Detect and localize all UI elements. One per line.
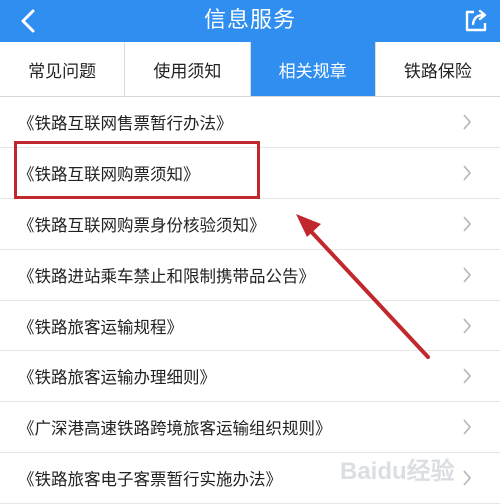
list-item[interactable]: 《广深港高速铁路跨境旅客运输组织规则》: [0, 402, 500, 454]
chevron-right-icon: [463, 317, 472, 334]
list-item-label: 《铁路互联网购票身份核验须知》: [18, 215, 266, 235]
list-item[interactable]: 《铁路旅客电子客票暂行实施办法》: [0, 453, 500, 504]
list-item-label: 《铁路旅客运输办理细则》: [18, 368, 216, 388]
title-bar: 信息服务: [0, 0, 500, 42]
chevron-right-icon: [463, 165, 472, 181]
tab-label: 相关规章: [278, 61, 347, 82]
share-icon[interactable]: [462, 7, 490, 35]
tab-label: 常见问题: [28, 61, 97, 82]
tab-label: 铁路保险: [403, 61, 472, 82]
list-item-label: 《铁路互联网售票暂行办法》: [18, 113, 233, 133]
chevron-right-icon: [463, 368, 472, 384]
list-item[interactable]: 《铁路旅客运输规程》: [0, 301, 500, 352]
list-item[interactable]: 《铁路进站乘车禁止和限制携带品公告》: [0, 250, 500, 301]
list-item-label: 《铁路互联网购票须知》: [18, 164, 200, 184]
chevron-right-icon: [463, 470, 472, 486]
list-item[interactable]: 《铁路旅客运输办理细则》: [0, 351, 500, 403]
chevron-right-icon: [463, 419, 472, 435]
list-item-label: 《铁路旅客电子客票暂行实施办法》: [18, 470, 282, 490]
regulations-list: 《铁路互联网售票暂行办法》 《铁路互联网购票须知》 《铁路互联网购票身份核验须知…: [0, 97, 500, 504]
list-item-label: 《广深港高速铁路跨境旅客运输组织规则》: [18, 419, 332, 439]
chevron-right-icon: [463, 216, 472, 232]
tab-railway-insurance[interactable]: 铁路保险: [376, 42, 500, 96]
tab-bar: 常见问题 使用须知 相关规章 铁路保险: [0, 42, 500, 97]
list-item[interactable]: 《铁路互联网购票身份核验须知》: [0, 199, 500, 250]
tab-usage-notes[interactable]: 使用须知: [125, 42, 251, 96]
chevron-right-icon: [463, 267, 472, 283]
tab-label: 使用须知: [153, 61, 222, 82]
chevron-right-icon: [463, 114, 472, 130]
list-item-label: 《铁路进站乘车禁止和限制携带品公告》: [18, 266, 315, 286]
tab-faq[interactable]: 常见问题: [0, 42, 126, 96]
list-item-label: 《铁路旅客运输规程》: [18, 317, 183, 337]
tab-regulations[interactable]: 相关规章: [250, 42, 376, 96]
page-title: 信息服务: [203, 8, 296, 33]
list-item[interactable]: 《铁路互联网售票暂行办法》: [0, 97, 500, 148]
list-item[interactable]: 《铁路互联网购票须知》: [0, 148, 500, 199]
